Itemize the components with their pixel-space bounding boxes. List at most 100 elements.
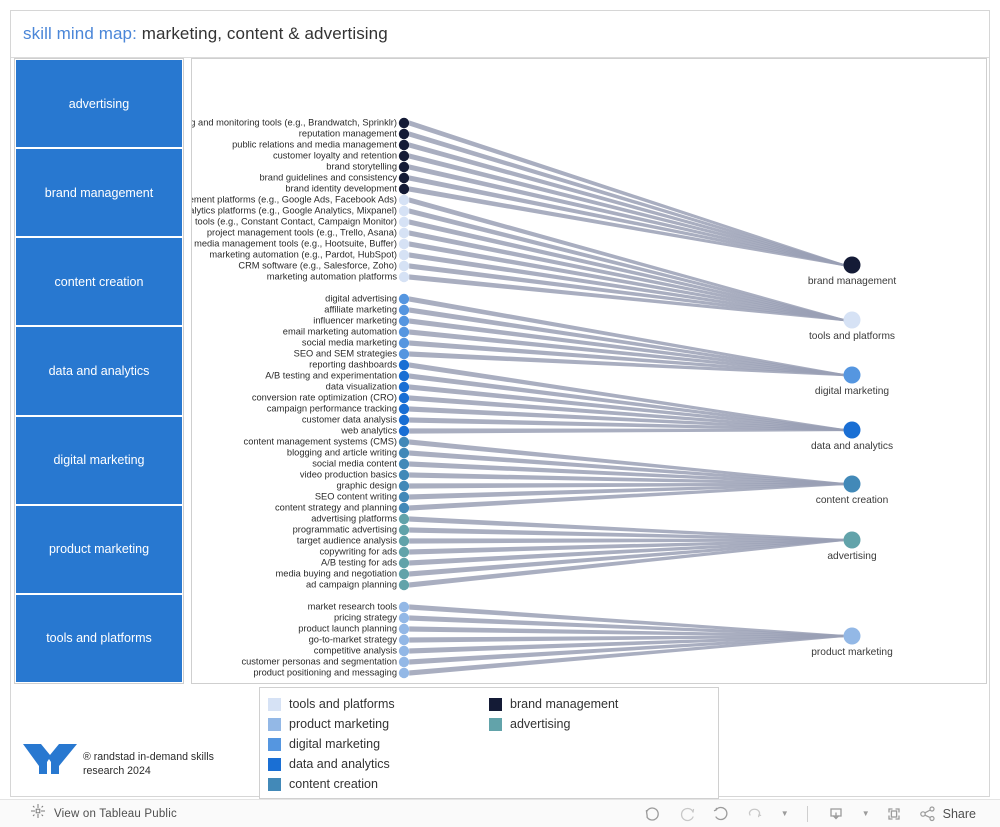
skill-node[interactable] <box>398 172 410 184</box>
skill-node[interactable] <box>398 194 410 206</box>
skill-node[interactable] <box>398 447 410 459</box>
skill-node[interactable] <box>398 359 410 371</box>
skill-node[interactable] <box>398 502 410 514</box>
toolbar-divider <box>806 805 808 822</box>
skill-label: media buying and negotiation <box>275 568 397 579</box>
skill-label: target audience analysis <box>296 535 397 546</box>
legend-item-data-and-analytics[interactable]: data and analytics <box>268 754 489 774</box>
download-icon[interactable] <box>826 804 846 824</box>
skill-node[interactable] <box>398 117 410 129</box>
category-node-content-creation[interactable] <box>843 475 861 493</box>
skill-node[interactable] <box>398 623 410 635</box>
skill-node[interactable] <box>398 161 410 173</box>
view-on-tableau-public-button[interactable]: View on Tableau Public <box>30 803 177 824</box>
skill-label: customer personas and segmentation <box>241 656 397 667</box>
skill-label: SEO content writing <box>314 491 397 502</box>
sidebar-item-product-marketing[interactable]: product marketing <box>16 505 182 595</box>
category-label: digital marketing <box>814 386 890 397</box>
skill-node[interactable] <box>398 249 410 261</box>
skill-node[interactable] <box>398 260 410 272</box>
randstad-logo-icon <box>21 740 79 781</box>
skill-node[interactable] <box>398 128 410 140</box>
fullscreen-icon[interactable] <box>884 804 904 824</box>
skill-node[interactable] <box>398 139 410 151</box>
skill-node[interactable] <box>398 238 410 250</box>
skill-node[interactable] <box>398 458 410 470</box>
skill-node[interactable] <box>398 271 410 283</box>
sidebar-item-advertising[interactable]: advertising <box>16 60 182 150</box>
skill-node[interactable] <box>398 535 410 547</box>
sidebar-item-data-and-analytics[interactable]: data and analytics <box>16 327 182 417</box>
skill-node[interactable] <box>398 480 410 492</box>
skill-label: SEO and SEM strategies <box>293 348 397 359</box>
undo-icon[interactable] <box>643 804 663 824</box>
legend-item-advertising[interactable]: advertising <box>489 714 710 734</box>
skill-node[interactable] <box>398 392 410 404</box>
skill-node[interactable] <box>398 183 410 195</box>
sidebar-item-brand-management[interactable]: brand management <box>16 149 182 239</box>
category-node-product-marketing[interactable] <box>843 627 861 645</box>
skill-node[interactable] <box>398 601 410 613</box>
refresh-icon[interactable] <box>745 804 765 824</box>
legend-item-label: tools and platforms <box>289 697 395 711</box>
download-dropdown-caret-icon[interactable]: ▼ <box>862 809 870 818</box>
skill-node[interactable] <box>398 381 410 393</box>
skill-node[interactable] <box>398 513 410 525</box>
legend-item-content-creation[interactable]: content creation <box>268 774 489 794</box>
skill-node[interactable] <box>398 414 410 426</box>
skill-node[interactable] <box>398 227 410 239</box>
skill-node[interactable] <box>398 557 410 569</box>
skill-node[interactable] <box>398 315 410 327</box>
legend-item-digital-marketing[interactable]: digital marketing <box>268 734 489 754</box>
category-node-tools-and-platforms[interactable] <box>843 311 861 329</box>
skill-node[interactable] <box>398 436 410 448</box>
mind-map-panel[interactable]: brand tracking and monitoring tools (e.g… <box>191 58 987 684</box>
sidebar-item-content-creation[interactable]: content creation <box>16 238 182 328</box>
category-node-data-and-analytics[interactable] <box>843 421 861 439</box>
skill-node[interactable] <box>398 568 410 580</box>
refresh-dropdown-caret-icon[interactable]: ▼ <box>781 809 789 818</box>
skill-node[interactable] <box>398 370 410 382</box>
skill-node[interactable] <box>398 634 410 646</box>
category-node-digital-marketing[interactable] <box>843 366 861 384</box>
skill-node[interactable] <box>398 304 410 316</box>
legend-swatch-icon <box>268 737 281 751</box>
skill-node[interactable] <box>398 293 410 305</box>
sidebar-item-tools-and-platforms[interactable]: tools and platforms <box>16 594 182 682</box>
redo-icon[interactable] <box>677 804 697 824</box>
skill-node[interactable] <box>398 645 410 657</box>
skill-node[interactable] <box>398 469 410 481</box>
mind-map-link <box>409 428 844 434</box>
skill-node[interactable] <box>398 612 410 624</box>
skill-node[interactable] <box>398 425 410 437</box>
category-node-advertising[interactable] <box>843 531 861 549</box>
skill-label: blogging and article writing <box>286 447 397 458</box>
skill-node[interactable] <box>398 403 410 415</box>
skill-node[interactable] <box>398 205 410 217</box>
skill-node[interactable] <box>398 216 410 228</box>
skill-node[interactable] <box>398 491 410 503</box>
revert-icon[interactable] <box>711 804 731 824</box>
skill-node[interactable] <box>398 150 410 162</box>
skill-node[interactable] <box>398 348 410 360</box>
legend-item-brand-management[interactable]: brand management <box>489 694 710 714</box>
skill-label: reporting dashboards <box>309 359 397 370</box>
skill-node[interactable] <box>398 524 410 536</box>
skill-node[interactable] <box>398 546 410 558</box>
skill-label: project management tools (e.g., Trello, … <box>206 227 397 238</box>
legend-item-product-marketing[interactable]: product marketing <box>268 714 489 734</box>
skill-label: CRM software (e.g., Salesforce, Zoho) <box>238 260 397 271</box>
skill-node[interactable] <box>398 326 410 338</box>
category-node-brand-management[interactable] <box>843 256 861 274</box>
skill-node[interactable] <box>398 656 410 668</box>
skill-node[interactable] <box>398 337 410 349</box>
skill-node[interactable] <box>398 579 410 591</box>
legend-item-tools-and-platforms[interactable]: tools and platforms <box>268 694 489 714</box>
skill-label: reputation management <box>298 128 397 139</box>
skill-node[interactable] <box>398 667 410 679</box>
color-legend: tools and platforms product marketing digi… <box>259 687 719 799</box>
tableau-icon <box>30 803 46 824</box>
category-label: advertising <box>827 551 877 562</box>
share-button[interactable]: Share <box>918 804 976 824</box>
sidebar-item-digital-marketing[interactable]: digital marketing <box>16 416 182 506</box>
